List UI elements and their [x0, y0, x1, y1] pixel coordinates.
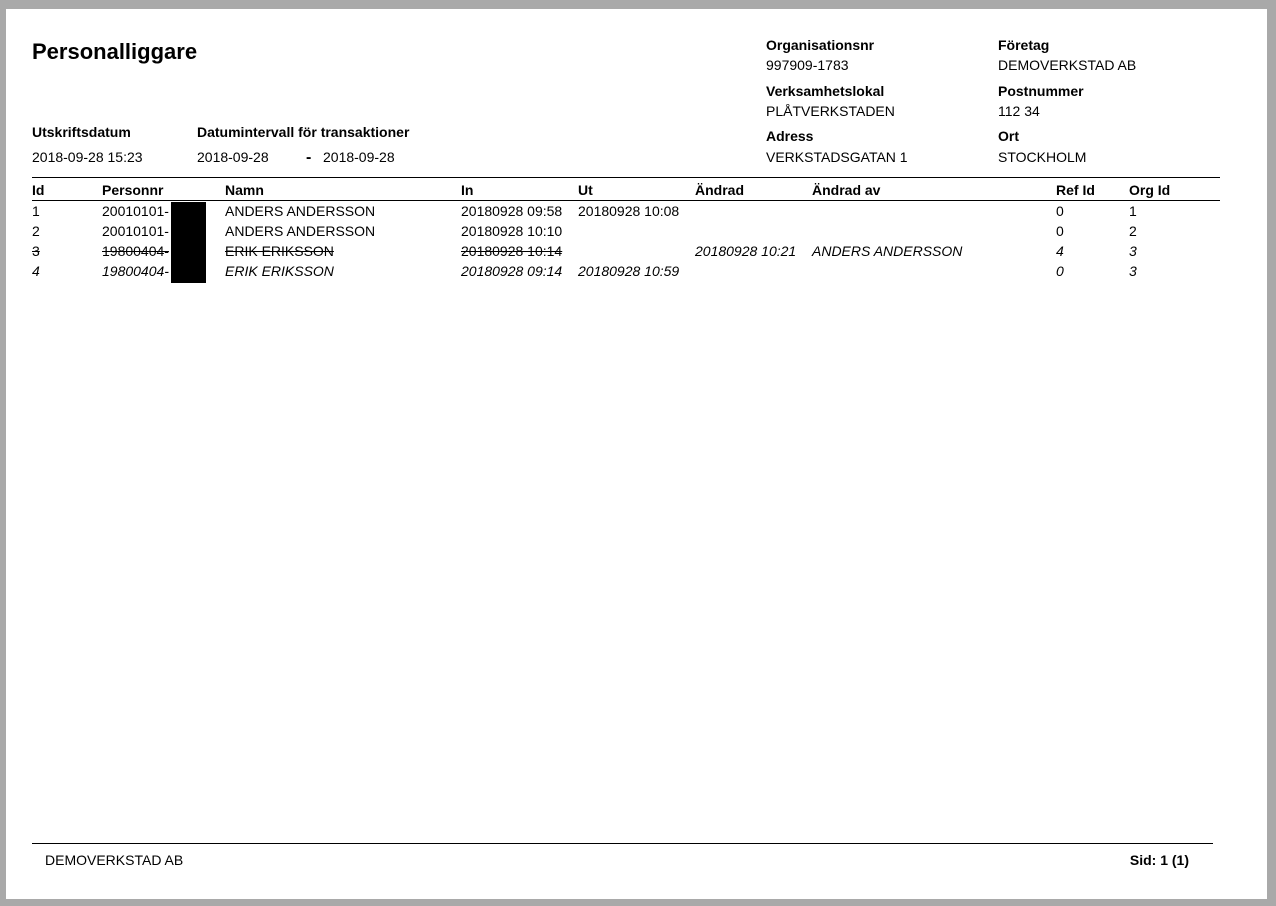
table-row: 2 20010101- ANDERS ANDERSSON 20180928 10… — [6, 222, 1267, 243]
cell-ref-id: 0 — [1056, 203, 1064, 219]
cell-personnr: 19800404- — [102, 263, 169, 279]
cell-id: 2 — [32, 223, 40, 239]
postal-label: Postnummer — [998, 83, 1084, 99]
cell-andrad-av: ANDERS ANDERSSON — [812, 243, 963, 259]
postal-value: 112 34 — [998, 103, 1040, 119]
cell-id: 4 — [32, 263, 40, 279]
date-range-label: Datumintervall för transaktioner — [197, 124, 410, 140]
cell-ref-id: 0 — [1056, 223, 1064, 239]
col-andrad-av-header: Ändrad av — [812, 182, 881, 198]
footer-rule — [32, 843, 1213, 844]
date-range-to: 2018-09-28 — [323, 149, 395, 165]
cell-ut: 20180928 10:08 — [578, 203, 680, 219]
col-ref-id-header: Ref Id — [1056, 182, 1095, 198]
cell-in: 20180928 09:14 — [461, 263, 563, 279]
cell-namn: ERIK ERIKSSON — [225, 263, 334, 279]
orgnr-label: Organisationsnr — [766, 37, 875, 53]
print-date-value: 2018-09-28 15:23 — [32, 149, 143, 165]
table-header-rule — [32, 200, 1220, 201]
col-namn-header: Namn — [225, 182, 264, 198]
redaction-block — [171, 262, 206, 283]
city-label: Ort — [998, 128, 1019, 144]
cell-personnr: 19800404- — [102, 243, 169, 259]
cell-id: 1 — [32, 203, 40, 219]
table-top-rule — [32, 177, 1220, 178]
cell-ut: 20180928 10:59 — [578, 263, 680, 279]
redaction-block — [171, 222, 206, 243]
col-andrad-header: Ändrad — [695, 182, 744, 198]
print-date-label: Utskriftsdatum — [32, 124, 131, 140]
report-page: Personalliggare Utskriftsdatum 2018-09-2… — [6, 9, 1267, 899]
cell-id: 3 — [32, 243, 40, 259]
col-org-id-header: Org Id — [1129, 182, 1171, 198]
cell-in: 20180928 09:58 — [461, 203, 563, 219]
city-value: STOCKHOLM — [998, 149, 1087, 165]
premises-value: PLÅTVERKSTADEN — [766, 103, 895, 119]
premises-label: Verksamhetslokal — [766, 83, 885, 99]
orgnr-value: 997909-1783 — [766, 57, 849, 73]
col-ut-header: Ut — [578, 182, 593, 198]
cell-ref-id: 4 — [1056, 243, 1064, 259]
address-label: Adress — [766, 128, 814, 144]
company-label: Företag — [998, 37, 1050, 53]
col-personnr-header: Personnr — [102, 182, 164, 198]
page-title: Personalliggare — [32, 39, 198, 64]
date-range-separator: - — [306, 149, 312, 166]
cell-ref-id: 0 — [1056, 263, 1064, 279]
cell-namn: ANDERS ANDERSSON — [225, 203, 376, 219]
table-row: 4 19800404- ERIK ERIKSSON 20180928 09:14… — [6, 262, 1267, 283]
cell-org-id: 1 — [1129, 203, 1137, 219]
table-row: 3 19800404- ERIK ERIKSSON 20180928 10:14… — [6, 242, 1267, 263]
cell-in: 20180928 10:14 — [461, 243, 563, 259]
cell-personnr: 20010101- — [102, 203, 169, 219]
page-number: Sid: 1 (1) — [1129, 852, 1189, 868]
company-value: DEMOVERKSTAD AB — [998, 57, 1137, 73]
cell-org-id: 3 — [1129, 263, 1137, 279]
cell-org-id: 3 — [1129, 243, 1137, 259]
cell-personnr: 20010101- — [102, 223, 169, 239]
cell-namn: ANDERS ANDERSSON — [225, 223, 376, 239]
col-id-header: Id — [32, 182, 45, 198]
table-row: 1 20010101- ANDERS ANDERSSON 20180928 09… — [6, 202, 1267, 223]
cell-namn: ERIK ERIKSSON — [225, 243, 334, 259]
cell-org-id: 2 — [1129, 223, 1137, 239]
col-in-header: In — [461, 182, 474, 198]
cell-andrad: 20180928 10:21 — [695, 243, 797, 259]
address-value: VERKSTADSGATAN 1 — [766, 149, 908, 165]
date-range-from: 2018-09-28 — [197, 149, 269, 165]
cell-in: 20180928 10:10 — [461, 223, 563, 239]
redaction-block — [171, 202, 206, 223]
footer-company: DEMOVERKSTAD AB — [45, 852, 184, 868]
redaction-block — [171, 242, 206, 263]
